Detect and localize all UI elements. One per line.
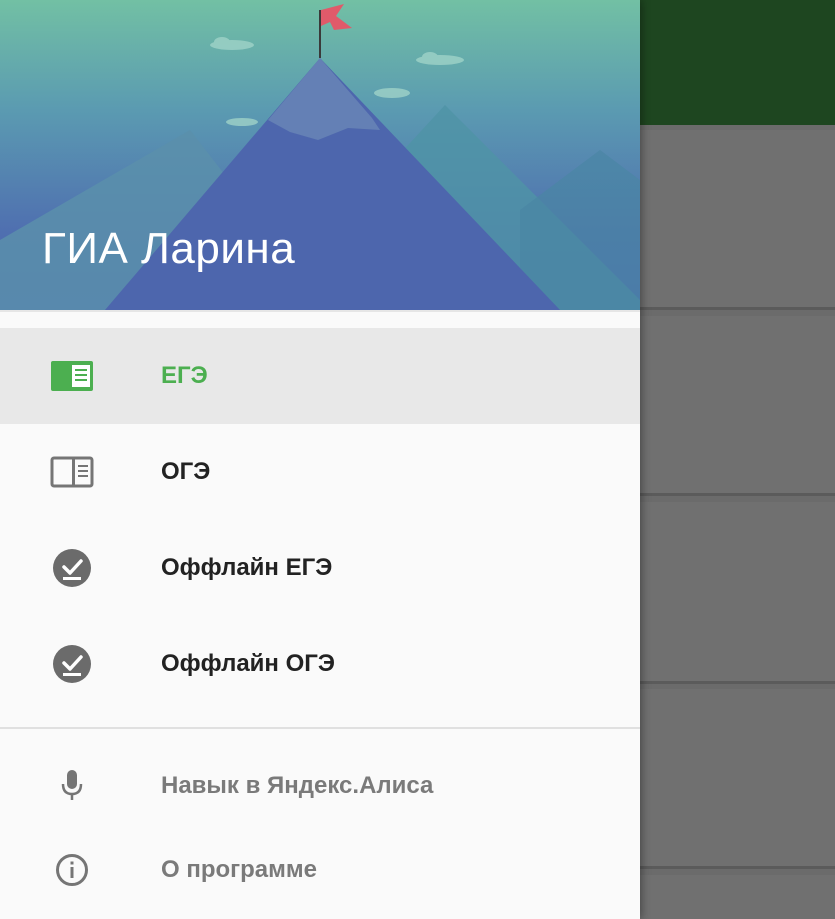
menu-item-yandex-alice-skill[interactable]: Навык в Яндекс.Алиса [0,744,640,828]
microphone-icon [50,764,94,808]
menu-item-label: ЕГЭ [161,362,208,389]
book-open-outline-icon [50,450,94,494]
book-open-icon [50,354,94,398]
primary-menu: ЕГЭ ОГЭ Оффлайн ЕГЭ Оффлайн ОГЭ [0,328,640,712]
info-icon [50,848,94,892]
background-card [640,130,835,310]
background-card [640,689,835,869]
drawer-header: ГИА Ларина [0,0,640,310]
menu-item-offline-oge[interactable]: Оффлайн ОГЭ [0,616,640,712]
secondary-menu: Навык в Яндекс.Алиса О программе [0,744,640,912]
background-toolbar [640,0,835,125]
download-done-icon [50,546,94,590]
flag-icon [321,4,352,30]
menu-item-label: Оффлайн ЕГЭ [161,554,333,581]
background-card [640,875,835,919]
background-card [640,316,835,496]
menu-item-label: Навык в Яндекс.Алиса [161,772,434,799]
download-done-icon [50,642,94,686]
section-divider [0,727,640,729]
menu-item-label: О программе [161,856,318,883]
menu-item-label: Оффлайн ОГЭ [161,650,335,677]
menu-item-about[interactable]: О программе [0,828,640,912]
menu-item-offline-ege[interactable]: Оффлайн ЕГЭ [0,520,640,616]
navigation-drawer: ГИА Ларина ЕГЭ ОГЭ Оффлайн ЕГЭ Оффлайн О… [0,0,640,919]
header-divider [0,310,640,312]
background-card [640,502,835,684]
menu-item-label: ОГЭ [161,458,211,485]
menu-item-ege[interactable]: ЕГЭ [0,328,640,424]
menu-item-oge[interactable]: ОГЭ [0,424,640,520]
app-title: ГИА Ларина [42,224,296,273]
